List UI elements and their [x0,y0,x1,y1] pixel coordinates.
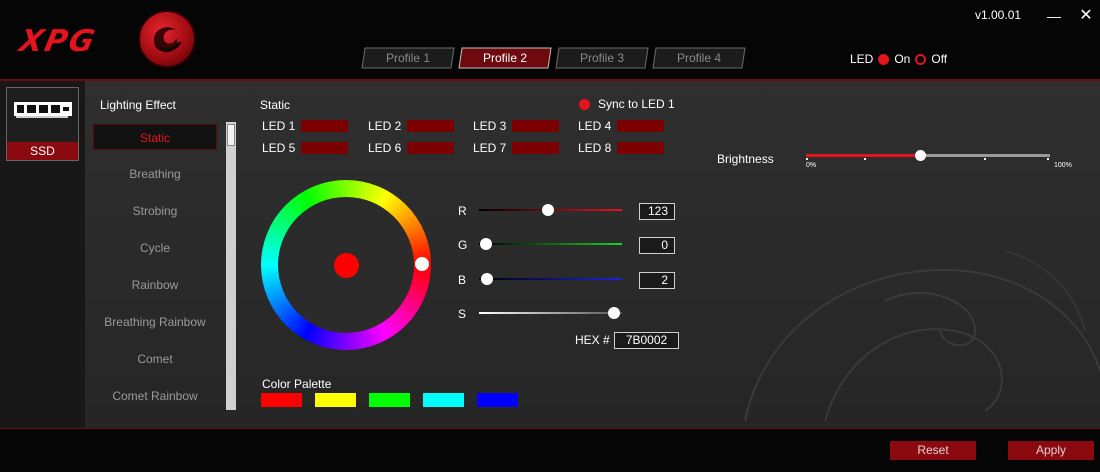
r-label: R [458,204,467,218]
brightness-min-label: 0% [806,162,817,169]
led-3-label: LED 3 [473,119,507,133]
tab-profile-3[interactable]: Profile 3 [555,47,649,69]
sync-label: Sync to LED 1 [598,97,675,111]
device-panel: SSD [0,81,85,429]
color-wheel-handle[interactable] [415,257,429,271]
tab-profile-3-label: Profile 3 [579,51,625,65]
g-slider-thumb[interactable] [480,238,492,250]
ssd-icon [14,102,72,118]
effects-scrollbar-thumb[interactable] [227,124,235,146]
tab-profile-1[interactable]: Profile 1 [361,47,455,69]
effect-static[interactable]: Static [93,124,217,150]
r-slider-thumb[interactable] [542,204,554,216]
tab-profile-4[interactable]: Profile 4 [652,47,746,69]
led-6-swatch[interactable] [407,142,454,154]
b-value-input[interactable]: 2 [639,272,675,289]
s-label: S [458,307,467,321]
led-on-label[interactable]: On [894,52,910,66]
minimize-button[interactable]: — [1044,8,1064,24]
xpg-emblem-icon [138,10,196,68]
led-7-label: LED 7 [473,141,507,155]
version-label: v1.00.01 [975,8,1022,22]
led-5-label: LED 5 [262,141,296,155]
effect-cycle[interactable]: Cycle [93,235,217,261]
device-label: SSD [7,142,78,160]
sync-radio-icon[interactable] [579,98,590,110]
g-slider-track[interactable] [479,243,622,245]
apply-button[interactable]: Apply [1008,441,1094,460]
palette-swatch-red[interactable] [261,393,302,407]
hex-input[interactable]: 7B0002 [614,332,679,349]
xpg-logo: XPG [16,24,100,59]
effects-scrollbar[interactable] [226,122,236,410]
led-off-label[interactable]: Off [931,52,947,66]
palette-swatch-blue[interactable] [477,393,518,407]
b-slider-thumb[interactable] [481,273,493,285]
effect-comet-rainbow[interactable]: Comet Rainbow [93,383,217,409]
main-panel [85,81,1100,429]
tab-profile-1-label: Profile 1 [385,51,431,65]
palette-swatch-cyan[interactable] [423,393,464,407]
hex-label: HEX # [575,333,610,347]
brightness-slider-fill [806,154,921,157]
brightness-slider-thumb[interactable] [915,150,926,161]
led-1-swatch[interactable] [301,120,348,132]
led-7-swatch[interactable] [512,142,559,154]
close-button[interactable]: ✕ [1076,8,1096,24]
background-swirl-decoration [744,250,1100,422]
g-label: G [458,238,468,252]
led-toggle-label: LED [850,52,874,66]
g-value-input[interactable]: 0 [639,237,675,254]
s-slider-track[interactable] [479,312,622,314]
r-value-input[interactable]: 123 [639,203,675,220]
led-toggle: LED On Off [850,52,947,66]
led-2-swatch[interactable] [407,120,454,132]
brightness-max-label: 100% [1054,162,1072,169]
tab-profile-2[interactable]: Profile 2 [458,47,552,69]
led-off-radio[interactable] [915,53,927,65]
reset-button[interactable]: Reset [890,441,976,460]
tab-profile-2-label: Profile 2 [482,51,528,65]
palette-swatch-yellow[interactable] [315,393,356,407]
b-label: B [458,273,467,287]
led-8-swatch[interactable] [617,142,664,154]
b-slider-track[interactable] [479,278,622,280]
title-bar: XPG v1.00.01 — ✕ Profile 1 Profile 2 Pro… [0,0,1100,80]
led-1-label: LED 1 [262,119,296,133]
brightness-tick [864,158,866,160]
led-on-radio[interactable] [878,53,890,65]
effect-rainbow[interactable]: Rainbow [93,272,217,298]
color-palette-title: Color Palette [262,377,332,391]
led-3-swatch[interactable] [512,120,559,132]
effect-breathing-rainbow[interactable]: Breathing Rainbow [93,309,217,335]
lighting-effect-title: Lighting Effect [100,98,176,112]
brightness-tick [806,158,808,160]
brightness-label: Brightness [717,152,774,166]
led-6-label: LED 6 [368,141,402,155]
led-4-swatch[interactable] [617,120,664,132]
selected-color-preview [334,253,359,278]
sync-to-led1-toggle[interactable]: Sync to LED 1 [579,97,675,111]
device-card-ssd[interactable]: SSD [6,87,79,161]
palette-swatch-green[interactable] [369,393,410,407]
effect-breathing[interactable]: Breathing [93,161,217,187]
s-slider-thumb[interactable] [608,307,620,319]
tab-profile-4-label: Profile 4 [676,51,722,65]
brightness-tick [984,158,986,160]
effect-strobing[interactable]: Strobing [93,198,217,224]
effect-comet[interactable]: Comet [93,346,217,372]
brightness-tick [1047,158,1049,160]
led-2-label: LED 2 [368,119,402,133]
led-5-swatch[interactable] [301,142,348,154]
led-8-label: LED 8 [578,141,612,155]
static-title: Static [260,98,291,112]
led-4-label: LED 4 [578,119,612,133]
